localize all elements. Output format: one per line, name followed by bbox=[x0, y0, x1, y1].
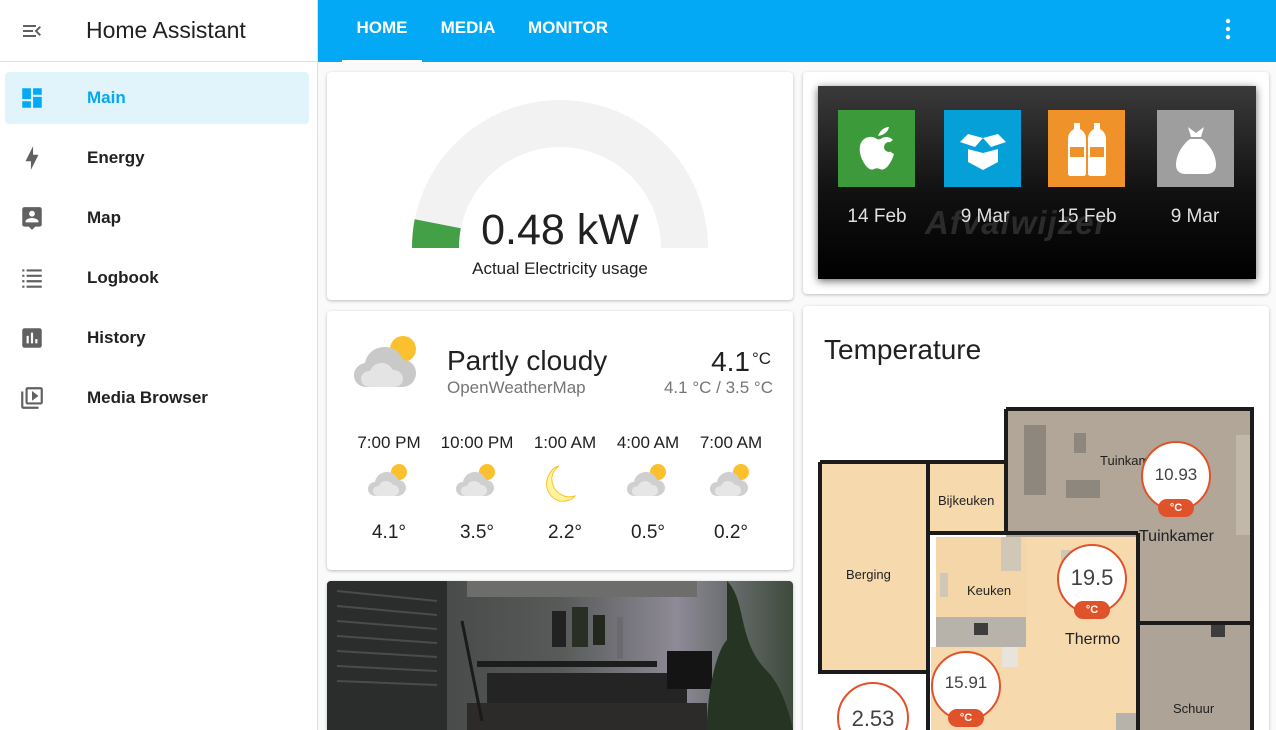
dashboard-icon bbox=[5, 85, 59, 111]
gauge-label: Actual Electricity usage bbox=[472, 259, 648, 278]
room-label-keuken: Keuken bbox=[967, 583, 1012, 598]
bag-icon bbox=[1157, 110, 1234, 187]
chart-bar-icon bbox=[5, 325, 59, 351]
weather-source: OpenWeatherMap bbox=[447, 378, 586, 397]
logbook-icon bbox=[5, 265, 59, 291]
sensor-name: Thermo bbox=[1065, 631, 1121, 648]
room-label-schuur: Schuur bbox=[1173, 701, 1215, 716]
apple-icon bbox=[838, 110, 915, 187]
waste-date-gft: 14 Feb bbox=[847, 206, 907, 227]
forecast-temp: 4.1° bbox=[371, 522, 406, 543]
waste-date-pmd: 15 Feb bbox=[1057, 206, 1117, 227]
room-label-berging: Berging bbox=[846, 567, 891, 582]
moon-icon bbox=[520, 462, 610, 502]
sidebar-header: Home Assistant bbox=[0, 0, 317, 62]
sidebar: Home Assistant Main Energy Map Logbook H… bbox=[0, 0, 318, 730]
waste-date-papier: 9 Mar bbox=[960, 206, 1010, 227]
dots-vertical-icon[interactable] bbox=[1216, 17, 1240, 46]
sensor-unit-badge: °C bbox=[1074, 601, 1110, 619]
camera-image[interactable] bbox=[327, 581, 793, 730]
forecast-time: 7:00 AM bbox=[699, 433, 763, 452]
top-app-bar: HOME MEDIA MONITOR bbox=[318, 0, 1276, 62]
sensor-name: Tuinkamer bbox=[1139, 528, 1214, 545]
sidebar-item-main[interactable]: Main bbox=[5, 72, 309, 124]
waste-date-restafval: 9 Mar bbox=[1170, 206, 1220, 227]
sidebar-item-label: Energy bbox=[87, 148, 145, 167]
sensor-unit-badge: °C bbox=[948, 709, 984, 727]
partly-cloudy-icon bbox=[432, 462, 522, 498]
sidebar-item-label: History bbox=[87, 328, 146, 347]
partly-cloudy-icon bbox=[353, 333, 421, 396]
forecast-time: 4:00 AM bbox=[616, 433, 680, 452]
sidebar-item-label: Map bbox=[87, 208, 121, 227]
gauge-value: 0.48 kW bbox=[481, 206, 639, 254]
living-room-photo bbox=[327, 581, 793, 730]
app-title: Home Assistant bbox=[86, 17, 246, 43]
forecast-temp: 0.2° bbox=[713, 522, 748, 543]
weather-condition: Partly cloudy bbox=[447, 345, 608, 376]
sensor-value: 19.5 bbox=[1070, 564, 1114, 590]
temperature-card-title: Temperature bbox=[824, 334, 982, 365]
tab-media[interactable]: MEDIA bbox=[434, 0, 502, 62]
sidebar-item-label: Main bbox=[87, 88, 126, 107]
forecast-temp: 0.5° bbox=[630, 522, 665, 543]
sensor-value: 10.93 bbox=[1154, 464, 1198, 484]
sensor-value: 15.91 bbox=[944, 673, 988, 692]
partly-cloudy-icon bbox=[603, 462, 693, 498]
forecast-time: 7:00 PM bbox=[357, 433, 421, 452]
sidebar-item-history[interactable]: History bbox=[5, 312, 309, 364]
tab-monitor[interactable]: MONITOR bbox=[522, 0, 614, 62]
sidebar-item-label: Media Browser bbox=[87, 388, 208, 407]
sidebar-nav: Main Energy Map Logbook History Media Br… bbox=[0, 62, 317, 424]
partly-cloudy-icon bbox=[344, 462, 434, 498]
sidebar-item-energy[interactable]: Energy bbox=[5, 132, 309, 184]
sidebar-item-media-browser[interactable]: Media Browser bbox=[5, 372, 309, 424]
bottles-icon bbox=[1048, 110, 1125, 187]
sidebar-item-map[interactable]: Map bbox=[5, 192, 309, 244]
weather-temperature: 4.1 bbox=[711, 346, 750, 377]
forecast-temp: 2.2° bbox=[547, 522, 582, 543]
forecast-temp: 3.5° bbox=[459, 522, 494, 543]
weather-hi-lo: 4.1 °C / 3.5 °C bbox=[663, 378, 773, 397]
partly-cloudy-icon bbox=[686, 462, 776, 498]
tab-home[interactable]: HOME bbox=[342, 0, 422, 62]
weather-unit: °C bbox=[752, 349, 772, 368]
sensor-value: 2.53 bbox=[851, 706, 895, 730]
sensor-unit-badge: °C bbox=[1158, 499, 1194, 517]
box-icon bbox=[944, 110, 1021, 187]
map-account-icon bbox=[5, 205, 59, 231]
room-label-bijkeuken: Bijkeuken bbox=[938, 493, 995, 508]
sidebar-item-label: Logbook bbox=[87, 268, 159, 287]
forecast-time: 1:00 AM bbox=[533, 433, 597, 452]
lightning-icon bbox=[5, 145, 59, 171]
play-box-multiple-icon bbox=[5, 385, 59, 411]
sidebar-item-logbook[interactable]: Logbook bbox=[5, 252, 309, 304]
forecast-time: 10:00 PM bbox=[440, 433, 514, 452]
menu-collapse-icon[interactable] bbox=[0, 19, 64, 43]
